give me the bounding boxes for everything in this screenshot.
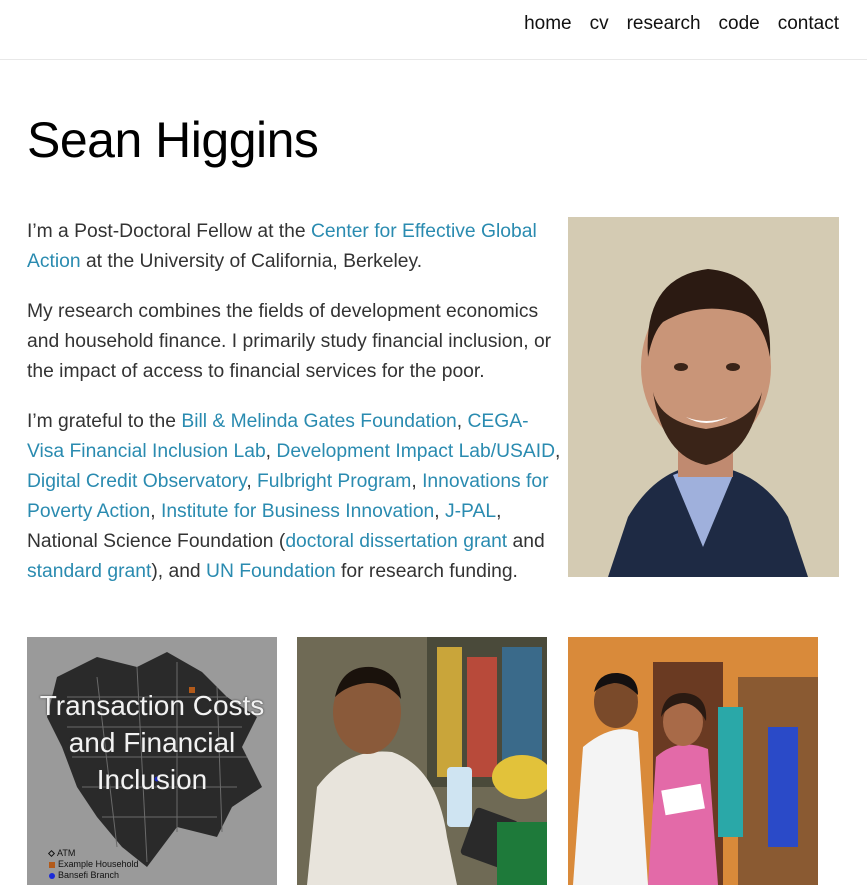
separator: , <box>411 471 423 492</box>
legend-label: Example Household <box>58 859 139 869</box>
digital-credit-observatory-link[interactable]: Digital Credit Observatory <box>27 471 246 492</box>
un-foundation-link[interactable]: UN Foundation <box>206 561 336 582</box>
legend-item-household: Example Household <box>49 859 139 870</box>
main-nav: home cv research code contact <box>524 12 839 36</box>
separator: , <box>150 501 161 522</box>
nav-home-link[interactable]: home <box>524 12 572 36</box>
standard-grant-link[interactable]: standard grant <box>27 561 151 582</box>
legend-item-atm: ATM <box>47 848 139 859</box>
bio-paragraph-research: My research combines the fields of devel… <box>27 301 552 382</box>
thumbnail-caption: Transaction Costs and Financial Inclusio… <box>39 690 265 795</box>
store-photo-illustration <box>297 637 547 885</box>
separator: , <box>246 471 258 492</box>
nav-cv-link[interactable]: cv <box>590 12 609 36</box>
legend-label: Bansefi Branch <box>58 870 120 880</box>
separator: , <box>456 411 468 432</box>
research-thumbnail-store-photo[interactable] <box>297 637 547 885</box>
nav-research-link[interactable]: research <box>627 12 701 36</box>
profile-photo <box>568 217 839 577</box>
research-thumbnail-transaction-costs[interactable]: Transaction Costs and Financial Inclusio… <box>27 637 277 885</box>
bio-text: I’m a Post-Doctoral Fellow at the <box>27 221 311 242</box>
page-title: Sean Higgins <box>27 112 319 168</box>
field-photo-illustration <box>568 637 818 885</box>
gates-foundation-link[interactable]: Bill & Melinda Gates Foundation <box>181 411 456 432</box>
nav-contact-link[interactable]: contact <box>778 12 839 36</box>
bio-text: and <box>507 531 545 552</box>
bio-paragraph-funding: I’m grateful to the Bill & Melinda Gates… <box>27 407 562 587</box>
map-legend: ATM Example Household Bansefi Branch <box>47 848 139 881</box>
profile-photo-illustration <box>568 217 839 577</box>
bio-text: I’m grateful to the <box>27 411 182 432</box>
nav-code-link[interactable]: code <box>719 12 760 36</box>
legend-item-branch: Bansefi Branch <box>49 870 139 881</box>
top-navigation-bar: home cv research code contact <box>0 0 867 60</box>
development-impact-lab-link[interactable]: Development Impact Lab/USAID <box>276 441 555 462</box>
bio-paragraph-position: I’m a Post-Doctoral Fellow at the Center… <box>27 217 562 277</box>
bio-text: ), and <box>151 561 207 582</box>
household-symbol-icon <box>49 861 55 868</box>
bio-text: for research funding. <box>335 561 518 582</box>
fulbright-link[interactable]: Fulbright Program <box>257 471 411 492</box>
bio-section: I’m a Post-Doctoral Fellow at the Center… <box>27 217 562 607</box>
separator: , <box>265 441 277 462</box>
jpal-link[interactable]: J-PAL <box>445 501 496 522</box>
doctoral-grant-link[interactable]: doctoral dissertation grant <box>285 531 507 552</box>
atm-symbol-icon <box>47 849 56 858</box>
ibi-link[interactable]: Institute for Business Innovation <box>161 501 434 522</box>
bio-text: at the University of California, Berkele… <box>80 251 423 272</box>
separator: , <box>434 501 445 522</box>
branch-symbol-icon <box>49 872 55 879</box>
legend-label: ATM <box>57 848 76 858</box>
research-thumbnail-field-photo[interactable] <box>568 637 818 885</box>
separator: , <box>555 441 561 462</box>
